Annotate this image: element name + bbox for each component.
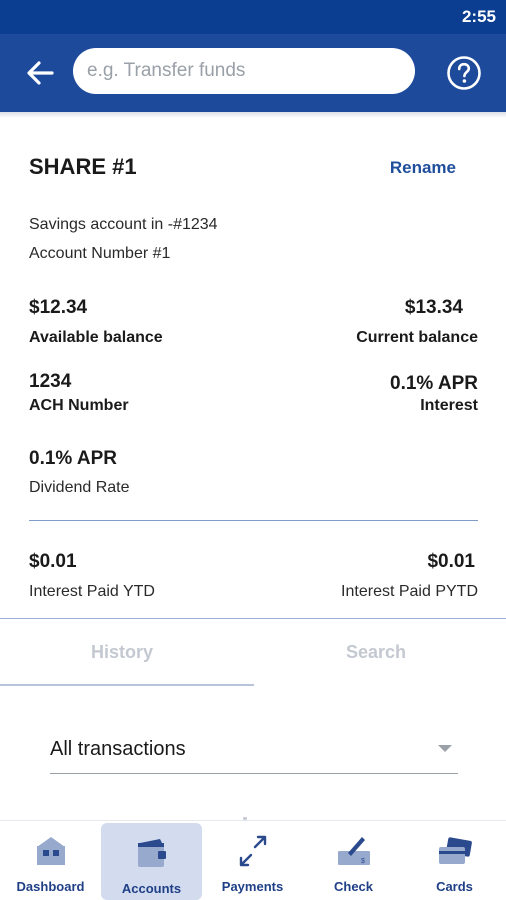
dividend-rate-label: Dividend Rate xyxy=(29,479,130,496)
tab-search[interactable]: Search xyxy=(346,642,406,663)
account-description: Savings account in -#1234 xyxy=(29,216,218,233)
rename-button[interactable]: Rename xyxy=(390,158,456,178)
section-divider xyxy=(29,520,478,521)
help-button[interactable] xyxy=(445,54,483,92)
nav-check-label: Check xyxy=(333,879,374,894)
nav-cards[interactable]: Cards xyxy=(404,821,505,900)
dropdown-caret-icon xyxy=(438,745,452,752)
nav-dashboard-label: Dashboard xyxy=(16,879,85,894)
nav-dashboard[interactable]: Dashboard xyxy=(0,821,101,900)
interest-paid-pytd-label: Interest Paid PYTD xyxy=(341,583,478,600)
app-bar xyxy=(0,34,506,112)
ach-number-value: 1234 xyxy=(29,371,72,392)
interest-value: 0.1% APR xyxy=(390,373,478,394)
nav-accounts[interactable]: Accounts xyxy=(101,823,202,900)
nav-accounts-label: Accounts xyxy=(121,881,182,896)
nav-cards-label: Cards xyxy=(436,879,473,894)
interest-paid-pytd-value: $0.01 xyxy=(427,551,475,572)
nav-payments[interactable]: Payments xyxy=(202,821,303,900)
interest-label: Interest xyxy=(420,397,478,414)
tab-history[interactable]: History xyxy=(91,642,153,663)
ach-number-label: ACH Number xyxy=(29,397,129,414)
current-balance-label: Current balance xyxy=(356,329,478,346)
account-number-text: Account Number #1 xyxy=(29,245,171,262)
question-circle-icon xyxy=(447,56,481,90)
dividend-rate-value: 0.1% APR xyxy=(29,448,117,469)
status-time: 2:55 xyxy=(461,7,496,26)
interest-paid-ytd-label: Interest Paid YTD xyxy=(29,583,155,600)
wallet-icon xyxy=(137,839,166,867)
available-balance-label: Available balance xyxy=(29,329,163,346)
search-input[interactable] xyxy=(73,48,415,94)
transfer-arrows-icon xyxy=(239,835,266,867)
nav-payments-label: Payments xyxy=(221,879,284,894)
svg-text:$: $ xyxy=(361,858,365,865)
header-shadow xyxy=(0,112,506,118)
status-bar: 2:55 xyxy=(0,0,506,34)
check-pen-icon: $ xyxy=(337,837,370,865)
transaction-filter-select[interactable]: All transactions xyxy=(50,728,458,774)
current-balance-value: $13.34 xyxy=(404,297,463,318)
available-balance-value: $12.34 xyxy=(29,297,88,318)
tabs-top-divider xyxy=(0,618,506,619)
tab-history-indicator xyxy=(0,684,254,686)
arrow-left-icon xyxy=(27,61,54,85)
credit-cards-icon xyxy=(438,837,472,864)
building-icon xyxy=(36,837,65,865)
interest-paid-ytd-value: $0.01 xyxy=(29,551,77,572)
nav-check[interactable]: $ Check xyxy=(303,821,404,900)
transaction-filter-value: All transactions xyxy=(50,738,186,760)
account-title: SHARE #1 xyxy=(29,154,137,179)
bottom-nav: Dashboard Accounts Payments $ Check Card… xyxy=(0,820,506,900)
back-button[interactable] xyxy=(22,57,58,89)
